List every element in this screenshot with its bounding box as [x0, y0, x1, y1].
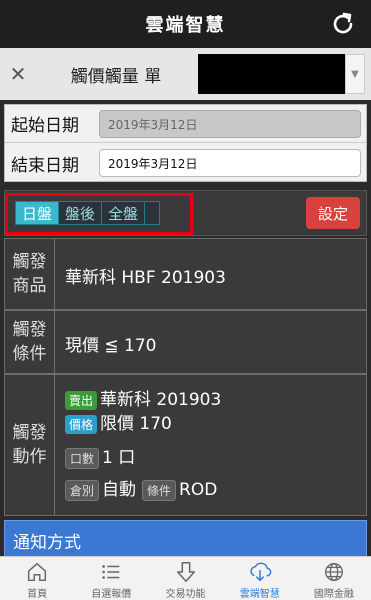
trigger-condition-row: 觸發 條件 現價 ≦ 170	[4, 310, 367, 374]
download-arrow-icon	[176, 562, 195, 582]
action-pos-line: 倉別 自動 條件 ROD	[65, 475, 217, 501]
nav-global[interactable]: 國際金融	[297, 557, 371, 600]
action-qty-value: 1 口	[102, 448, 136, 468]
bottom-nav: 首頁 自選報價 交易功能 雲端智慧 國際金融	[0, 556, 371, 600]
list-icon	[102, 565, 120, 579]
trigger-product-row: 觸發 商品 華新科 HBF 201903	[4, 238, 367, 310]
position-badge: 倉別	[65, 479, 100, 501]
action-side-line: 賣出 華新科 201903	[65, 385, 221, 410]
nav-cloud[interactable]: 雲端智慧	[223, 557, 297, 600]
trigger-condition-label: 觸發 條件	[5, 311, 55, 373]
start-date-field: 2019年3月12日	[99, 110, 361, 138]
trigger-product-label: 觸發 商品	[5, 239, 55, 309]
account-selector[interactable]	[198, 54, 345, 94]
start-date-row: 起始日期 2019年3月12日	[5, 105, 366, 143]
setting-button[interactable]: 設定	[306, 197, 360, 229]
date-panel: 起始日期 2019年3月12日 結束日期 2019年3月12日	[4, 104, 367, 182]
price-badge: 價格	[65, 414, 98, 434]
close-icon[interactable]: ✕	[0, 62, 36, 86]
start-date-label: 起始日期	[11, 116, 79, 136]
session-bar: 日盤 盤後 全盤 設定	[4, 190, 367, 236]
nav-watchlist[interactable]: 自選報價	[74, 557, 148, 600]
sell-badge: 賣出	[65, 390, 98, 410]
condition-badge: 條件	[142, 479, 177, 501]
nav-home[interactable]: 首頁	[0, 557, 74, 600]
tab-day-session[interactable]: 日盤	[16, 202, 60, 224]
action-cond-value: ROD	[179, 480, 218, 500]
trigger-action-label: 觸發 動作	[5, 375, 55, 515]
action-qty-line: 口數 1 口	[65, 443, 135, 469]
refresh-icon[interactable]	[329, 10, 357, 38]
notify-method-bar[interactable]: 通知方式	[4, 520, 367, 560]
session-tabs: 日盤 盤後 全盤	[15, 201, 161, 225]
app-bar: 雲端智慧	[0, 0, 371, 48]
sub-header: ✕ 觸價觸量 單 ▼	[0, 48, 371, 100]
end-date-row: 結束日期 2019年3月12日	[5, 144, 366, 182]
action-pos-value: 自動	[102, 480, 137, 500]
nav-trade[interactable]: 交易功能	[148, 557, 222, 600]
trigger-action-row: 觸發 動作 賣出 華新科 201903 價格 限價 170 口數 1 口 倉別 自動 條件 R…	[4, 374, 367, 516]
tab-after-hours[interactable]: 盤後	[59, 202, 103, 224]
qty-badge: 口數	[65, 447, 100, 469]
trigger-condition-value: 現價 ≦ 170	[65, 336, 157, 356]
trigger-product-value: 華新科 HBF 201903	[65, 268, 226, 288]
action-price-value: 限價 170	[100, 414, 172, 434]
home-icon	[28, 562, 47, 582]
end-date-label: 結束日期	[11, 155, 79, 176]
order-type-title: 觸價觸量 單	[70, 66, 162, 87]
action-price-line: 價格 限價 170	[65, 409, 172, 434]
tab-full-session[interactable]: 全盤	[102, 202, 146, 224]
globe-icon	[324, 563, 343, 581]
cloud-download-icon	[250, 562, 272, 582]
chevron-down-icon[interactable]: ▼	[345, 54, 365, 94]
tab-extra	[145, 202, 160, 224]
end-date-field[interactable]: 2019年3月12日	[99, 149, 361, 177]
action-side-value: 華新科 201903	[100, 390, 222, 410]
app-title: 雲端智慧	[145, 15, 226, 36]
